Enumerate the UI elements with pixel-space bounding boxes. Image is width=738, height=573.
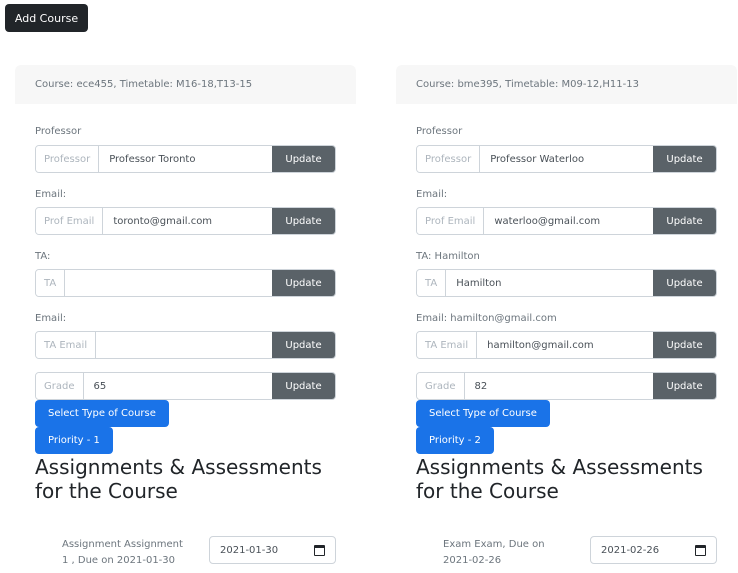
priority-button[interactable]: Priority - 1	[35, 427, 113, 454]
select-type-button[interactable]: Select Type of Course	[35, 400, 169, 427]
course-card: Course: ece455, Timetable: M16-18,T13-15…	[15, 65, 356, 566]
update-ta-button[interactable]: Update	[653, 270, 716, 296]
prof-email-label: Email:	[35, 189, 67, 200]
grade-input[interactable]	[464, 373, 653, 399]
course-header: Course: bme395, Timetable: M09-12,H11-13	[396, 65, 737, 104]
ta-email-input-group: TA Email Update	[35, 331, 336, 359]
select-type-button[interactable]: Select Type of Course	[416, 400, 550, 427]
update-ta-button[interactable]: Update	[272, 270, 335, 296]
ta-email-input[interactable]	[477, 332, 653, 358]
priority-button[interactable]: Priority - 2	[416, 427, 494, 454]
assignment-date-value: 2021-02-26	[601, 544, 660, 556]
prof-email-prefix: Prof Email	[417, 208, 485, 234]
assignments-heading: Assignments & Assessments for the Course	[35, 455, 322, 503]
professor-label: Professor	[416, 126, 463, 137]
ta-input-group: TA Update	[35, 269, 336, 297]
assignment-date-value: 2021-01-30	[220, 544, 279, 556]
ta-prefix: TA	[36, 270, 66, 296]
course-header: Course: ece455, Timetable: M16-18,T13-15	[15, 65, 356, 104]
professor-input[interactable]	[480, 146, 653, 172]
ta-label: TA:	[35, 251, 51, 262]
professor-input-group: Professor Update	[416, 145, 717, 173]
update-grade-button[interactable]: Update	[653, 373, 716, 399]
ta-email-input-group: TA Email Update	[416, 331, 717, 359]
grade-input-group: Grade Update	[416, 372, 717, 400]
prof-email-label: Email:	[416, 189, 448, 200]
course-header-text: Course: ece455, Timetable: M16-18,T13-15	[35, 79, 253, 90]
grade-prefix: Grade	[417, 373, 465, 399]
ta-input[interactable]	[65, 270, 272, 296]
update-ta-email-button[interactable]: Update	[653, 332, 716, 358]
professor-label: Professor	[35, 126, 82, 137]
professor-prefix: Professor	[417, 146, 481, 172]
prof-email-input-group: Prof Email Update	[35, 207, 336, 235]
ta-label: TA: Hamilton	[416, 251, 480, 262]
ta-input[interactable]	[446, 270, 653, 296]
ta-email-prefix: TA Email	[36, 332, 97, 358]
course-header-text: Course: bme395, Timetable: M09-12,H11-13	[416, 79, 639, 90]
course-card: Course: bme395, Timetable: M09-12,H11-13…	[396, 65, 737, 566]
update-prof-email-button[interactable]: Update	[272, 208, 335, 234]
ta-prefix: TA	[417, 270, 447, 296]
assignment-date-input[interactable]: 2021-01-30	[209, 536, 336, 564]
assignment-text: Exam Exam, Due on 2021-02-26	[443, 539, 545, 566]
prof-email-input[interactable]	[484, 208, 653, 234]
professor-input-group: Professor Update	[35, 145, 336, 173]
assignments-heading: Assignments & Assessments for the Course	[416, 455, 703, 503]
assignment-date-input[interactable]: 2021-02-26	[590, 536, 717, 564]
grade-input[interactable]	[83, 373, 272, 399]
professor-prefix: Professor	[36, 146, 100, 172]
ta-email-prefix: TA Email	[417, 332, 478, 358]
calendar-icon[interactable]	[314, 544, 325, 556]
professor-input[interactable]	[99, 146, 272, 172]
calendar-icon[interactable]	[695, 544, 706, 556]
prof-email-input-group: Prof Email Update	[416, 207, 717, 235]
assignment-text: Assignment Assignment 1 , Due on 2021-01…	[62, 539, 183, 566]
grade-input-group: Grade Update	[35, 372, 336, 400]
add-course-button[interactable]: Add Course	[5, 4, 88, 32]
ta-email-input[interactable]	[96, 332, 272, 358]
update-ta-email-button[interactable]: Update	[272, 332, 335, 358]
ta-email-label: Email: hamilton@gmail.com	[416, 313, 557, 324]
ta-email-label: Email:	[35, 313, 67, 324]
update-prof-email-button[interactable]: Update	[653, 208, 716, 234]
update-professor-button[interactable]: Update	[653, 146, 716, 172]
update-grade-button[interactable]: Update	[272, 373, 335, 399]
update-professor-button[interactable]: Update	[272, 146, 335, 172]
prof-email-prefix: Prof Email	[36, 208, 104, 234]
grade-prefix: Grade	[36, 373, 84, 399]
ta-input-group: TA Update	[416, 269, 717, 297]
prof-email-input[interactable]	[103, 208, 272, 234]
